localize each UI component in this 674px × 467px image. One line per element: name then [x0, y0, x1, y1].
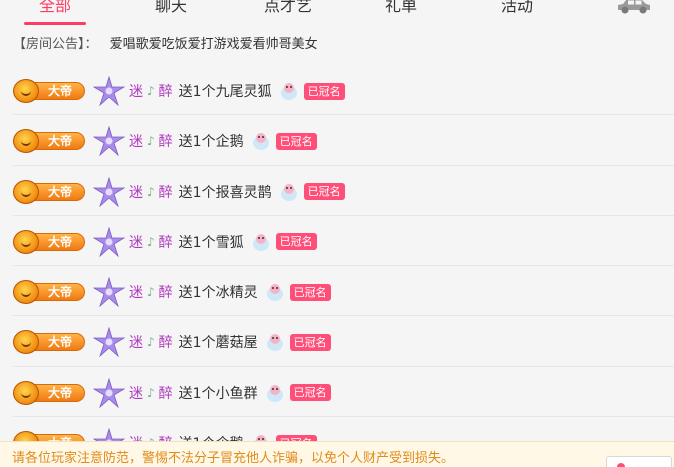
- car-icon[interactable]: [615, 0, 653, 14]
- tab-chat[interactable]: 聊天: [126, 0, 216, 18]
- safety-notice-text: 请各位玩家注意防范，警惕不法分子冒充他人诈骗，以免个人财产受到损失。: [12, 451, 455, 466]
- feed-row: 大帝 迷 ♪ 醉 送1个企鹅 已冠名: [13, 115, 674, 166]
- nickname-part: 迷: [129, 84, 143, 100]
- feed-row: 大帝 迷 ♪ 醉 送1个雪狐 已冠名: [13, 216, 674, 267]
- level-badge-label: 大帝: [48, 385, 73, 400]
- level-badge-label: 大帝: [48, 184, 73, 199]
- user-nickname[interactable]: 迷 ♪ 醉: [129, 131, 173, 151]
- nickname-part: 迷: [129, 184, 143, 201]
- named-tag: 已冠名: [303, 183, 345, 201]
- flower-rank-icon: [93, 126, 125, 157]
- nickname-part: 醉: [158, 335, 173, 352]
- notice-action-icon: [617, 463, 625, 467]
- nickname-glyph: ♪: [147, 184, 155, 199]
- announcement-label: 【房间公告】：: [13, 37, 98, 52]
- named-tag: 已冠名: [289, 283, 331, 301]
- gift-message: 送1个蘑菇屋: [178, 335, 258, 352]
- level-badge-label: 大帝: [48, 84, 73, 98]
- flower-rank-icon: [93, 327, 125, 358]
- tab-talent[interactable]: 点才艺: [243, 0, 333, 18]
- level-badge-label: 大帝: [48, 335, 73, 350]
- gift-message: 送1个九尾灵狐: [178, 84, 272, 100]
- nickname-part: 迷: [129, 385, 143, 402]
- nickname-part: 迷: [129, 234, 143, 251]
- named-tag: 已冠名: [275, 233, 317, 251]
- tab-all[interactable]: 全部: [10, 0, 100, 18]
- announcement-text: 爱唱歌爱吃饭爱打游戏爱看帅哥美女: [109, 37, 318, 52]
- ice-spirit-gift-icon: [266, 284, 283, 302]
- named-tag: 已冠名: [303, 82, 345, 100]
- level-badge-emblem: [13, 380, 39, 405]
- tab-activity[interactable]: 活动: [472, 0, 562, 18]
- level-badge-label: 大帝: [48, 285, 73, 300]
- named-tag: 已冠名: [289, 333, 331, 351]
- lotus-gift-icon: [280, 83, 297, 100]
- nickname-part: 醉: [158, 84, 173, 100]
- flower-rank-icon: [93, 176, 125, 207]
- active-tab-indicator: [24, 22, 86, 25]
- level-badge-label: 大帝: [48, 134, 73, 149]
- user-nickname[interactable]: 迷 ♪ 醉: [129, 182, 173, 202]
- level-badge: 大帝: [13, 79, 87, 103]
- nickname-part: 醉: [158, 234, 173, 251]
- nickname-part: 醉: [158, 184, 173, 201]
- nickname-glyph: ♪: [147, 234, 155, 249]
- feed-row: 大帝 迷 ♪ 醉 送1个蘑菇屋 已冠名: [13, 316, 674, 367]
- safety-notice-bar: 请各位玩家注意防范，警惕不法分子冒充他人诈骗，以免个人财产受到损失。: [0, 441, 674, 467]
- flower-rank-icon: [93, 76, 125, 106]
- level-badge: 大帝: [13, 380, 87, 405]
- level-badge: 大帝: [13, 330, 87, 355]
- nickname-part: 醉: [158, 285, 173, 302]
- gift-message: 送1个企鹅: [178, 134, 244, 151]
- message-feed: 大帝 迷 ♪ 醉 送1个九尾灵狐 已冠名 大帝 迷 ♪ 醉 送1个企鹅 已冠名 …: [0, 65, 674, 467]
- gift-message: 送1个冰精灵: [178, 285, 258, 302]
- user-nickname[interactable]: 迷 ♪ 醉: [129, 282, 173, 302]
- flower-rank-icon: [93, 377, 125, 408]
- user-nickname[interactable]: 迷 ♪ 醉: [129, 332, 173, 352]
- level-badge: 大帝: [13, 229, 87, 254]
- notice-action-button[interactable]: [606, 456, 672, 467]
- level-badge-emblem: [13, 179, 39, 204]
- fish-school-gift-icon: [266, 384, 283, 402]
- user-nickname[interactable]: 迷 ♪ 醉: [129, 232, 173, 252]
- snow-fox-gift-icon: [252, 233, 269, 251]
- level-badge-emblem: [13, 79, 39, 103]
- feed-row: 大帝 迷 ♪ 醉 送1个九尾灵狐 已冠名: [13, 65, 674, 116]
- flower-rank-icon: [93, 277, 125, 308]
- level-badge: 大帝: [13, 179, 87, 204]
- magpie-gift-icon: [280, 183, 297, 201]
- room-announcement: 【房间公告】： 爱唱歌爱吃饭爱打游戏爱看帅哥美女: [13, 36, 318, 54]
- nickname-part: 迷: [129, 134, 143, 151]
- tab-bar: 全部 聊天 点才艺 礼单 活动: [0, 0, 674, 26]
- nickname-part: 迷: [129, 285, 143, 302]
- gift-message: 送1个小鱼群: [178, 385, 258, 402]
- nickname-part: 醉: [158, 385, 173, 402]
- nickname-part: 迷: [129, 335, 143, 352]
- named-tag: 已冠名: [289, 384, 331, 402]
- feed-row: 大帝 迷 ♪ 醉 送1个报喜灵鹊 已冠名: [13, 166, 674, 216]
- nickname-glyph: ♪: [147, 285, 155, 300]
- feed-row: 大帝 迷 ♪ 醉 送1个小鱼群 已冠名: [13, 367, 674, 418]
- level-badge: 大帝: [13, 280, 87, 305]
- level-badge-emblem: [13, 229, 39, 254]
- penguin-gift-icon: [252, 133, 269, 151]
- nickname-glyph: ♪: [147, 134, 155, 149]
- tab-gift-list[interactable]: 礼单: [356, 0, 446, 18]
- level-badge: 大帝: [13, 129, 87, 154]
- level-badge-label: 大帝: [48, 234, 73, 249]
- nickname-part: 醉: [158, 134, 173, 151]
- feed-row: 大帝 迷 ♪ 醉 送1个冰精灵 已冠名: [13, 266, 674, 317]
- gift-message: 送1个报喜灵鹊: [178, 184, 272, 201]
- user-nickname[interactable]: 迷 ♪ 醉: [129, 383, 173, 403]
- user-nickname[interactable]: 迷 ♪ 醉: [129, 81, 173, 101]
- named-tag: 已冠名: [275, 132, 317, 150]
- chat-panel: 全部 聊天 点才艺 礼单 活动 【房间公告】： 爱唱歌爱吃饭爱打游戏爱看帅哥美女…: [0, 0, 674, 467]
- nickname-glyph: ♪: [147, 335, 155, 350]
- nickname-glyph: ♪: [147, 84, 155, 98]
- nickname-glyph: ♪: [147, 385, 155, 400]
- gift-message: 送1个雪狐: [178, 234, 244, 251]
- mushroom-house-gift-icon: [266, 334, 283, 352]
- flower-rank-icon: [93, 226, 125, 257]
